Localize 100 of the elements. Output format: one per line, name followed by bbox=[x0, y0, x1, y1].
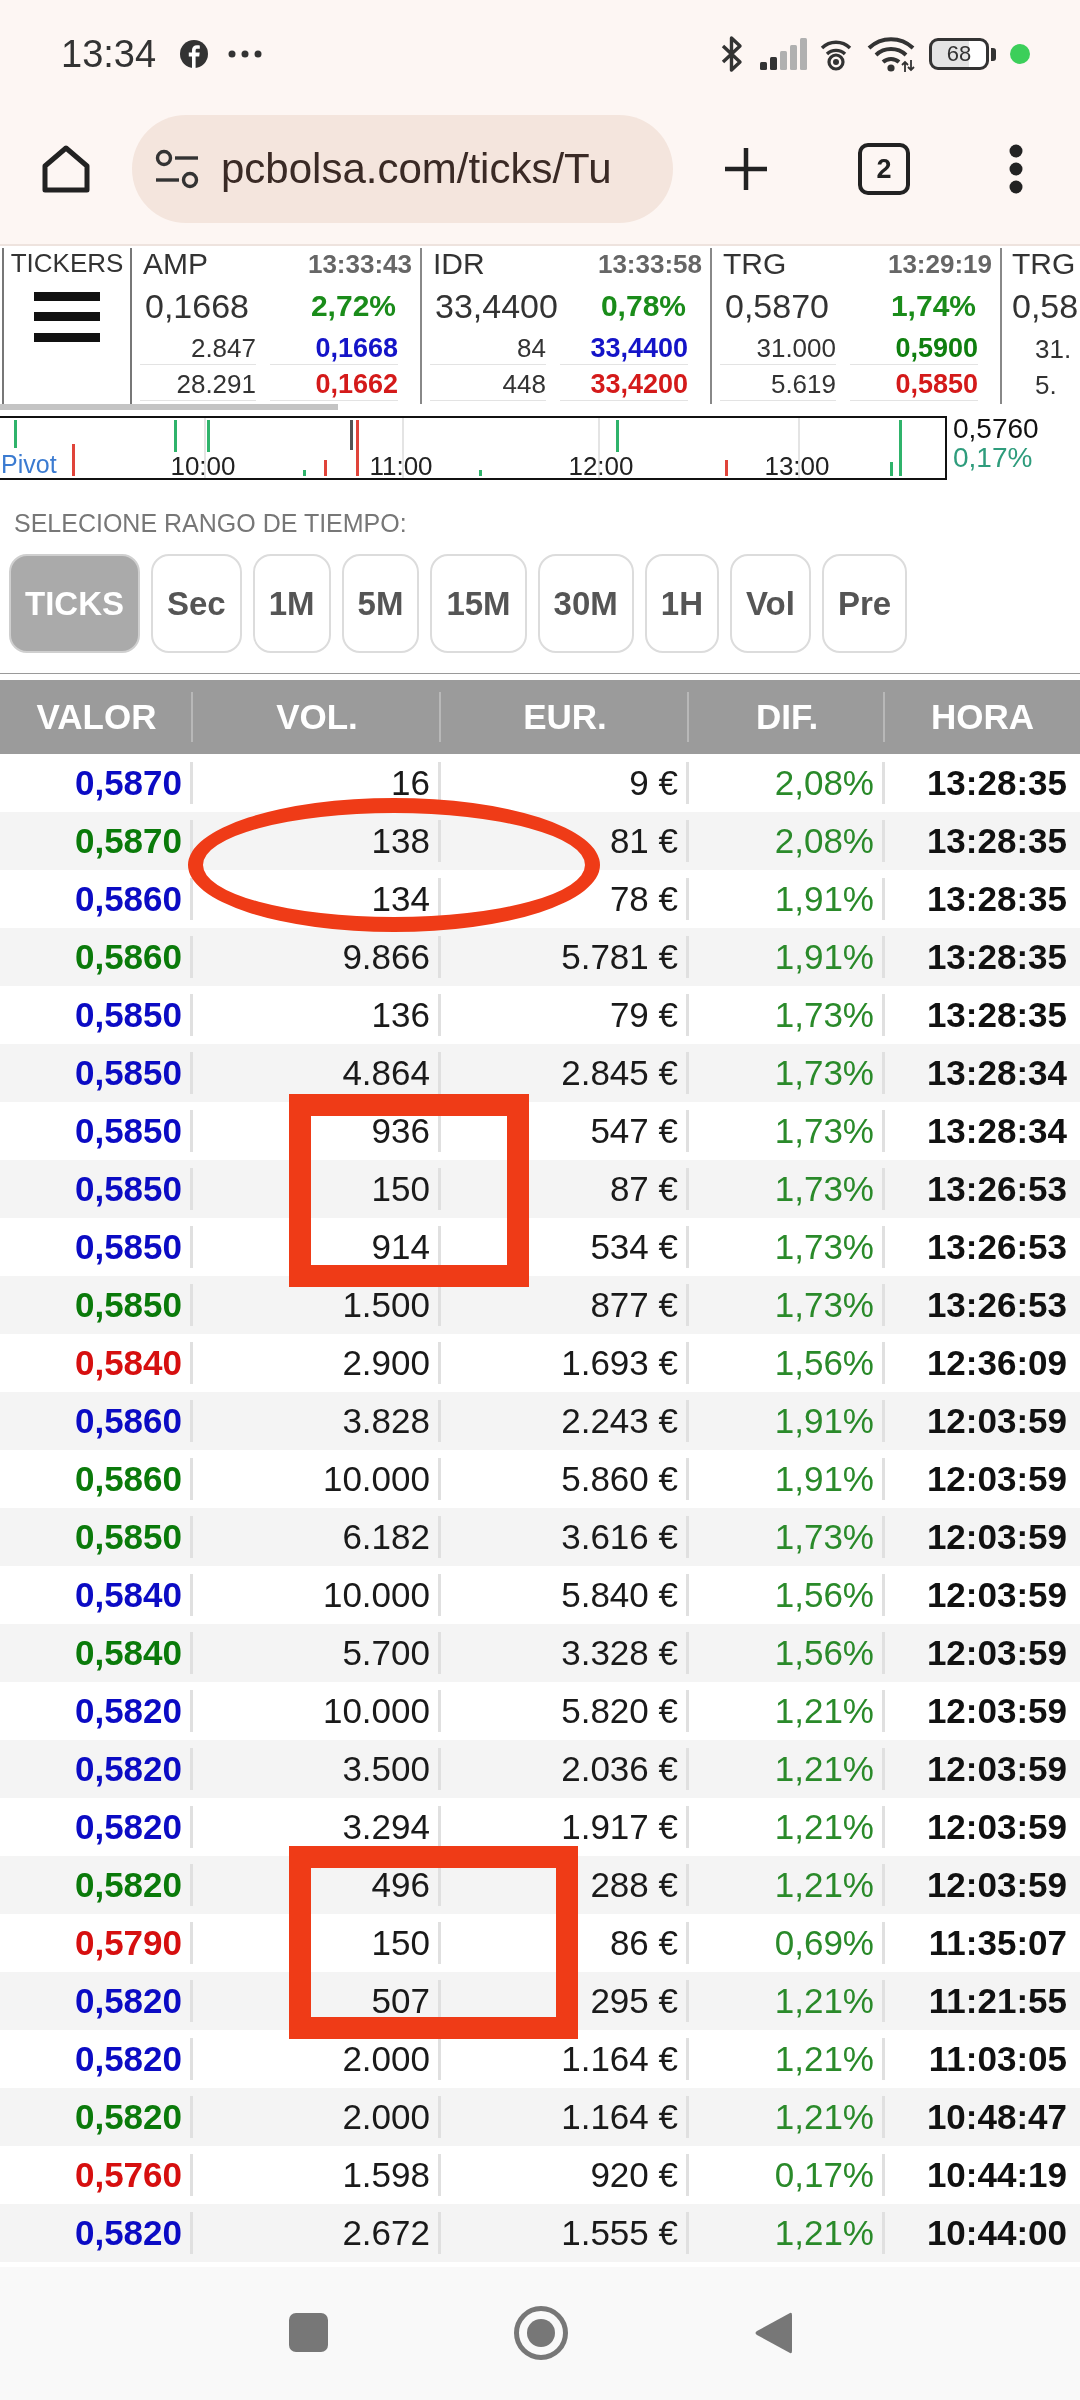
range-button[interactable]: 1H bbox=[644, 554, 719, 653]
change-cell: 1,73% bbox=[689, 1102, 885, 1160]
price-cell: 0,5850 bbox=[0, 1044, 193, 1102]
range-label: SELECIONE RANGO DE TIEMPO: bbox=[14, 508, 407, 538]
change-cell: 1,21% bbox=[689, 2088, 885, 2146]
site-settings-icon[interactable] bbox=[155, 149, 199, 189]
time-cell-text: 13:26:53 bbox=[925, 1226, 1068, 1268]
more-options-icon[interactable] bbox=[1009, 144, 1023, 194]
time-label: 10:00 bbox=[170, 451, 236, 478]
time-cell-text: 12:03:59 bbox=[925, 1458, 1068, 1500]
price-cell: 0,5840 bbox=[0, 1624, 193, 1682]
range-button[interactable]: 15M bbox=[430, 554, 527, 653]
amount-cell: 86 € bbox=[441, 1914, 689, 1972]
ticker-change: 0,78% bbox=[600, 289, 686, 323]
volume-cell: 914 bbox=[193, 1218, 441, 1276]
time-cell-text: 11:03:05 bbox=[927, 2038, 1068, 2080]
range-button[interactable]: Sec bbox=[151, 554, 242, 653]
volume-cell: 6.182 bbox=[193, 1508, 441, 1566]
price-cell: 0,5860 bbox=[0, 870, 193, 928]
time-cell-text: 12:03:59 bbox=[925, 1864, 1068, 1906]
ticker-price: 0,5870 bbox=[725, 286, 829, 326]
price-cell: 0,5850 bbox=[0, 986, 193, 1044]
battery-indicator: 68 bbox=[929, 38, 996, 70]
volume-cell: 1.500 bbox=[193, 1276, 441, 1334]
change-cell: 1,21% bbox=[689, 2204, 885, 2262]
ticker-volume: 2.847 bbox=[140, 333, 256, 365]
time-cell-text: 11:21:55 bbox=[927, 1980, 1068, 2022]
tick-bar bbox=[324, 460, 327, 476]
price-cell: 0,5820 bbox=[0, 2030, 193, 2088]
change-cell: 1,21% bbox=[689, 1740, 885, 1798]
tick-bar bbox=[725, 460, 728, 476]
price-cell: 0,5840 bbox=[0, 1566, 193, 1624]
price-cell: 0,5820 bbox=[0, 2088, 193, 2146]
range-button[interactable]: Pre bbox=[821, 554, 908, 653]
home-button-icon[interactable] bbox=[513, 2305, 568, 2360]
price-cell: 0,5860 bbox=[0, 1450, 193, 1508]
change-cell: 1,91% bbox=[689, 1392, 885, 1450]
tick-bar bbox=[899, 420, 902, 476]
ticker-volume: 84 bbox=[430, 333, 546, 365]
change-cell: 1,21% bbox=[689, 1682, 885, 1740]
price-cell: 0,5850 bbox=[0, 1508, 193, 1566]
amount-cell: 877 € bbox=[441, 1276, 689, 1334]
amount-cell: 5.860 € bbox=[441, 1450, 689, 1508]
time-cell-text: 12:03:59 bbox=[925, 1400, 1068, 1442]
price-cell: 0,5820 bbox=[0, 1682, 193, 1740]
price-cell: 0,5840 bbox=[0, 1334, 193, 1392]
volume-cell: 150 bbox=[193, 1914, 441, 1972]
range-button[interactable]: Vol bbox=[730, 554, 811, 653]
ticker-quote: 33,4400 bbox=[560, 333, 688, 365]
tick-bar bbox=[174, 420, 177, 452]
ticker-time: 13:29:19 bbox=[887, 248, 992, 280]
time-cell-text: 13:26:53 bbox=[925, 1284, 1068, 1326]
ticker-time: 13:33:58 bbox=[597, 248, 702, 280]
range-button[interactable]: 1M bbox=[252, 554, 331, 653]
volume-cell: 2.000 bbox=[193, 2030, 441, 2088]
ticker-quote: 0,1668 bbox=[270, 333, 398, 365]
amount-cell: 1.917 € bbox=[441, 1798, 689, 1856]
change-cell: 1,56% bbox=[689, 1624, 885, 1682]
range-button[interactable]: 30M bbox=[537, 554, 634, 653]
time-cell-text: 13:28:35 bbox=[925, 762, 1068, 804]
change-cell: 1,21% bbox=[689, 1972, 885, 2030]
volume-cell: 2.000 bbox=[193, 2088, 441, 2146]
time-cell-text: 12:03:59 bbox=[925, 1574, 1068, 1616]
address-bar[interactable]: pcbolsa.com/ticks/Tu bbox=[132, 115, 673, 223]
tab-switcher-button[interactable]: 2 bbox=[858, 143, 910, 195]
ticker-symbol: TRG bbox=[1012, 248, 1076, 281]
status-dot-icon bbox=[1010, 44, 1030, 64]
time-label: 11:00 bbox=[369, 451, 433, 478]
time-cell-text: 12:36:09 bbox=[925, 1342, 1068, 1384]
new-tab-icon[interactable] bbox=[723, 146, 769, 192]
change-cell: 1,56% bbox=[689, 1334, 885, 1392]
amount-cell: 1.555 € bbox=[441, 2204, 689, 2262]
time-label: 12:00 bbox=[568, 451, 634, 478]
amount-cell: 295 € bbox=[441, 1972, 689, 2030]
change-cell: 1,56% bbox=[689, 1566, 885, 1624]
pivot-label: Pivot bbox=[1, 450, 57, 478]
volume-cell: 3.828 bbox=[193, 1392, 441, 1450]
volume-cell: 136 bbox=[193, 986, 441, 1044]
recents-icon[interactable] bbox=[288, 2313, 328, 2352]
price-cell: 0,5870 bbox=[0, 754, 193, 812]
ticker-change: 1,74% bbox=[890, 289, 976, 323]
change-cell: 1,73% bbox=[689, 1218, 885, 1276]
tickers-menu-button[interactable]: TICKERS bbox=[2, 248, 132, 404]
menu-icon[interactable] bbox=[34, 292, 100, 342]
range-button[interactable]: 5M bbox=[341, 554, 420, 653]
more-notifications-icon bbox=[228, 50, 263, 58]
volume-cell: 496 bbox=[193, 1856, 441, 1914]
ticker-volume: 31.000 bbox=[720, 333, 836, 365]
change-cell: 1,21% bbox=[689, 1798, 885, 1856]
time-cell-text: 12:03:59 bbox=[925, 1806, 1068, 1848]
home-icon[interactable] bbox=[41, 144, 91, 194]
price-cell: 0,5820 bbox=[0, 1856, 193, 1914]
tick-bar bbox=[890, 462, 893, 476]
volume-cell: 936 bbox=[193, 1102, 441, 1160]
ticker-symbol: IDR bbox=[433, 248, 485, 281]
ticker-symbol: AMP bbox=[143, 248, 208, 281]
time-cell-text: 12:03:59 bbox=[925, 1748, 1068, 1790]
tick-bar bbox=[356, 420, 359, 476]
amount-cell: 3.328 € bbox=[441, 1624, 689, 1682]
time-cell-text: 13:26:53 bbox=[925, 1168, 1068, 1210]
